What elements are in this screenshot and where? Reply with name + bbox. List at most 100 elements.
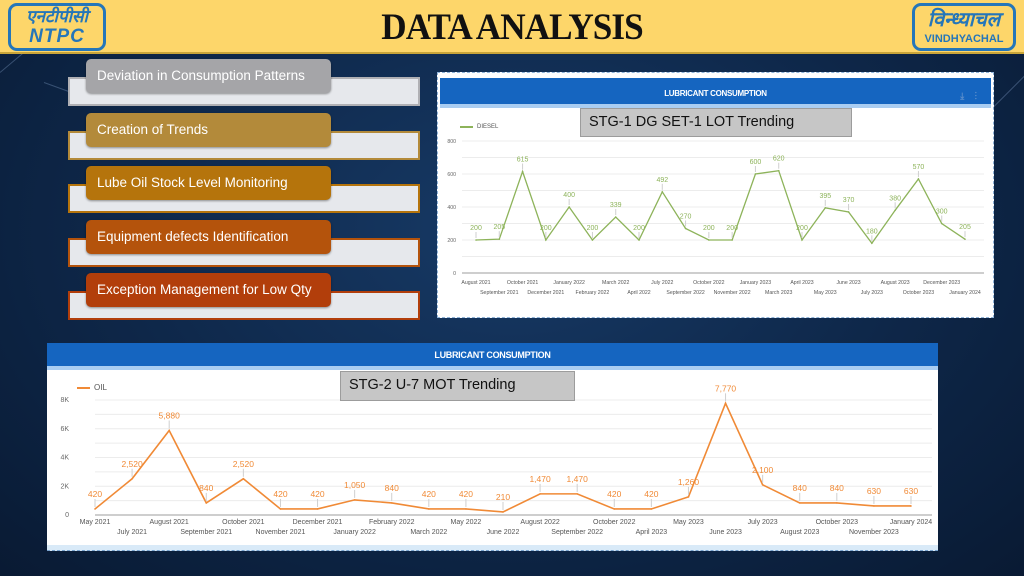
- data-point: [475, 239, 477, 241]
- x-tick-label: March 2023: [765, 290, 793, 296]
- data-label: 205: [959, 224, 971, 231]
- feature-item: Equipment defects Identification: [68, 220, 420, 270]
- data-point: [242, 477, 245, 480]
- data-label: 180: [866, 228, 878, 235]
- data-label: 420: [273, 489, 287, 499]
- data-point: [502, 511, 504, 513]
- data-point: [684, 227, 687, 230]
- chart-legend: DIESEL: [460, 124, 498, 130]
- data-point: [910, 505, 912, 507]
- legend-label: OIL: [94, 383, 107, 392]
- data-point: [801, 239, 803, 241]
- vindhyachal-logo: विन्ध्याचल VINDHYACHAL: [912, 3, 1016, 51]
- x-tick-label: August 2022: [520, 519, 559, 526]
- x-tick-label: January 2024: [890, 519, 933, 526]
- data-point: [428, 508, 430, 510]
- diesel-chart-panel: LUBRICANT CONSUMPTION ⤓ ⋮ 0 200 400 600 800 A…: [437, 72, 994, 318]
- data-point: [871, 242, 873, 245]
- data-label: 420: [607, 489, 621, 499]
- chart-legend: OIL: [77, 383, 107, 392]
- x-tick-label: January 2022: [333, 529, 376, 536]
- legend-label: DIESEL: [477, 124, 499, 130]
- data-point: [824, 207, 827, 209]
- data-label: 492: [656, 177, 668, 184]
- data-label: 400: [563, 192, 575, 199]
- data-point: [353, 499, 356, 501]
- data-label: 570: [913, 164, 925, 171]
- data-label: 200: [587, 225, 599, 232]
- data-point: [798, 502, 801, 504]
- x-tick-label: May 2021: [80, 519, 111, 526]
- data-label: 200: [726, 225, 738, 232]
- data-point: [94, 508, 96, 510]
- vindhyachal-logo-hindi: विन्ध्याचल: [927, 8, 1001, 31]
- x-tick-label: May 2022: [451, 519, 482, 526]
- y-tick-label: 600: [447, 172, 456, 178]
- data-label: 7,770: [715, 383, 737, 393]
- x-tick-label: May 2023: [814, 290, 837, 296]
- legend-swatch: [77, 386, 90, 389]
- x-tick-label: August 2023: [881, 280, 910, 286]
- x-tick-label: September 2021: [180, 529, 232, 536]
- data-label: 395: [819, 193, 831, 200]
- data-point: [539, 493, 541, 495]
- title-banner: एनटीपीसी NTPC DATA ANALYSIS विन्ध्याचल V…: [0, 0, 1024, 54]
- chart-callout: STG-2 U-7 MOT Trending: [340, 371, 575, 401]
- data-point: [205, 502, 208, 504]
- x-tick-label: October 2023: [816, 519, 859, 526]
- x-tick-label: December 2021: [293, 519, 343, 526]
- data-point: [576, 493, 578, 495]
- data-label: 420: [644, 489, 658, 499]
- data-point: [465, 508, 467, 510]
- data-point: [894, 209, 896, 212]
- x-tick-label: December 2021: [527, 290, 564, 296]
- x-tick-label: April 2022: [627, 290, 650, 296]
- data-label: 5,880: [159, 410, 181, 420]
- y-tick-label: 8K: [60, 397, 69, 404]
- data-point: [168, 429, 170, 432]
- vindhyachal-logo-english: VINDHYACHAL: [924, 32, 1004, 45]
- data-point: [708, 239, 710, 241]
- data-label: 200: [540, 225, 552, 232]
- data-label: 270: [680, 213, 692, 220]
- data-point: [917, 178, 920, 180]
- x-tick-label: February 2022: [576, 290, 610, 296]
- x-tick-label: June 2022: [487, 529, 520, 536]
- y-tick-label: 2K: [60, 483, 69, 490]
- feature-label: Exception Management for Low Qty: [86, 273, 331, 307]
- x-tick-label: July 2023: [748, 519, 778, 526]
- x-tick-label: March 2022: [602, 280, 630, 286]
- feature-item: Exception Management for Low Qty: [68, 273, 420, 323]
- data-point: [614, 216, 617, 218]
- data-point: [650, 508, 653, 510]
- x-tick-label: November 2021: [256, 529, 306, 536]
- data-point: [873, 505, 875, 507]
- data-point: [847, 211, 850, 213]
- x-tick-label: August 2023: [780, 529, 819, 536]
- data-label: 840: [385, 483, 399, 493]
- x-tick-label: July 2021: [117, 529, 147, 536]
- x-tick-label: September 2022: [551, 529, 603, 536]
- data-label: 2,520: [233, 459, 255, 469]
- data-point: [279, 508, 282, 510]
- data-label: 630: [904, 486, 918, 496]
- x-tick-label: November 2023: [849, 529, 899, 536]
- data-label: 420: [459, 489, 473, 499]
- x-tick-label: August 2021: [150, 519, 189, 526]
- feature-item: Creation of Trends: [68, 113, 420, 163]
- data-label: 370: [843, 197, 855, 204]
- data-label: 200: [796, 225, 808, 232]
- data-point: [545, 239, 547, 241]
- data-label: 200: [470, 225, 482, 232]
- x-tick-label: October 2021: [222, 519, 265, 526]
- x-tick-label: March 2022: [410, 529, 447, 536]
- feature-label: Deviation in Consumption Patterns: [86, 59, 331, 93]
- data-label: 2,100: [752, 465, 774, 475]
- x-tick-label: November 2022: [714, 290, 751, 296]
- data-label: 600: [750, 159, 762, 166]
- x-tick-label: June 2023: [836, 280, 860, 286]
- y-tick-label: 0: [453, 271, 456, 277]
- data-label: 840: [830, 483, 844, 493]
- data-point: [754, 173, 757, 175]
- feature-label: Lube Oil Stock Level Monitoring: [86, 166, 331, 200]
